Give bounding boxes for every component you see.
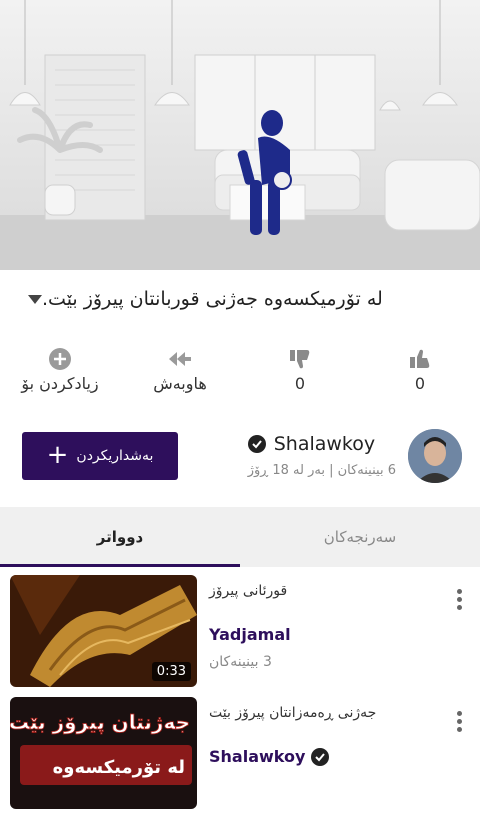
plus-icon: + — [46, 439, 69, 470]
thumb-text-line2: لە تۆرمیکسەوە — [53, 757, 185, 778]
channel-info[interactable]: Shalawkoy 6 بینینەکان | بەر لە 18 ڕۆژ — [247, 428, 462, 483]
avatar[interactable] — [408, 428, 462, 483]
share-icon — [125, 344, 235, 374]
tab-comments-label: سەرنجەکان — [323, 528, 397, 546]
video-item-channel: Yadjamal — [209, 625, 291, 644]
share-button[interactable]: هاوبەش — [125, 344, 235, 393]
channel-meta: 6 بینینەکان | بەر لە 18 ڕۆژ — [247, 463, 396, 478]
thumbs-down-icon — [245, 344, 355, 374]
tab-bar: دوواتر سەرنجەکان — [0, 507, 480, 567]
list-item[interactable]: جەژنتان پیرۆز بێت لە تۆرمیکسەوە جەژنی ڕە… — [0, 697, 480, 819]
video-player[interactable] — [0, 0, 480, 270]
tab-up-next[interactable]: دوواتر — [0, 507, 240, 567]
dislike-button[interactable]: 0 — [245, 344, 355, 393]
thumb-text-line1: جەژنتان پیرۆز بێت — [10, 710, 190, 735]
like-button[interactable]: 0 — [365, 344, 475, 393]
video-frame — [0, 0, 480, 270]
video-item-channel: Shalawkoy — [209, 747, 306, 766]
list-item[interactable]: 0:33 قورئانی پیرۆز Yadjamal 3 بینینەکان — [0, 575, 480, 697]
duration-badge: 0:33 — [151, 662, 191, 681]
add-to-button[interactable]: زیادکردن بۆ — [5, 344, 115, 393]
plus-circle-icon — [5, 344, 115, 374]
up-next-list: 0:33 قورئانی پیرۆز Yadjamal 3 بینینەکان … — [0, 567, 480, 819]
channel-name: Shalawkoy — [273, 433, 376, 455]
subscribe-button[interactable]: بەشداریکردن + — [22, 431, 178, 480]
video-item-title: قورئانی پیرۆز — [209, 583, 288, 599]
video-item-title: جەژنی ڕەمەزانتان پیرۆز بێت — [209, 705, 377, 721]
tab-comments[interactable]: سەرنجەکان — [240, 507, 480, 567]
verified-icon — [311, 747, 330, 766]
add-to-label: زیادکردن بۆ — [21, 373, 99, 393]
share-label: هاوبەش — [153, 373, 207, 393]
thumbs-up-icon — [365, 344, 475, 374]
video-item-views: 3 بینینەکان — [209, 654, 272, 670]
video-thumbnail[interactable]: 0:33 — [10, 575, 197, 687]
more-options-icon[interactable] — [454, 711, 464, 732]
like-count: 0 — [414, 373, 426, 393]
action-bar: زیادکردن بۆ هاوبەش 0 0 — [0, 328, 480, 408]
video-title: لە تۆرمیکسەوە جەژنی قوربانتان پیرۆز بێت. — [42, 288, 383, 310]
video-thumbnail[interactable]: جەژنتان پیرۆز بێت لە تۆرمیکسەوە — [10, 697, 197, 809]
tab-up-next-label: دوواتر — [96, 528, 144, 546]
verified-icon — [247, 435, 266, 453]
expand-triangle-icon[interactable] — [28, 294, 42, 304]
video-title-row[interactable]: لە تۆرمیکسەوە جەژنی قوربانتان پیرۆز بێت. — [0, 270, 480, 328]
channel-row: بەشداریکردن + Shalawkoy 6 بینینەکان | بە… — [0, 408, 480, 503]
dislike-count: 0 — [294, 373, 306, 393]
more-options-icon[interactable] — [454, 589, 464, 610]
subscribe-label: بەشداریکردن — [76, 447, 154, 464]
